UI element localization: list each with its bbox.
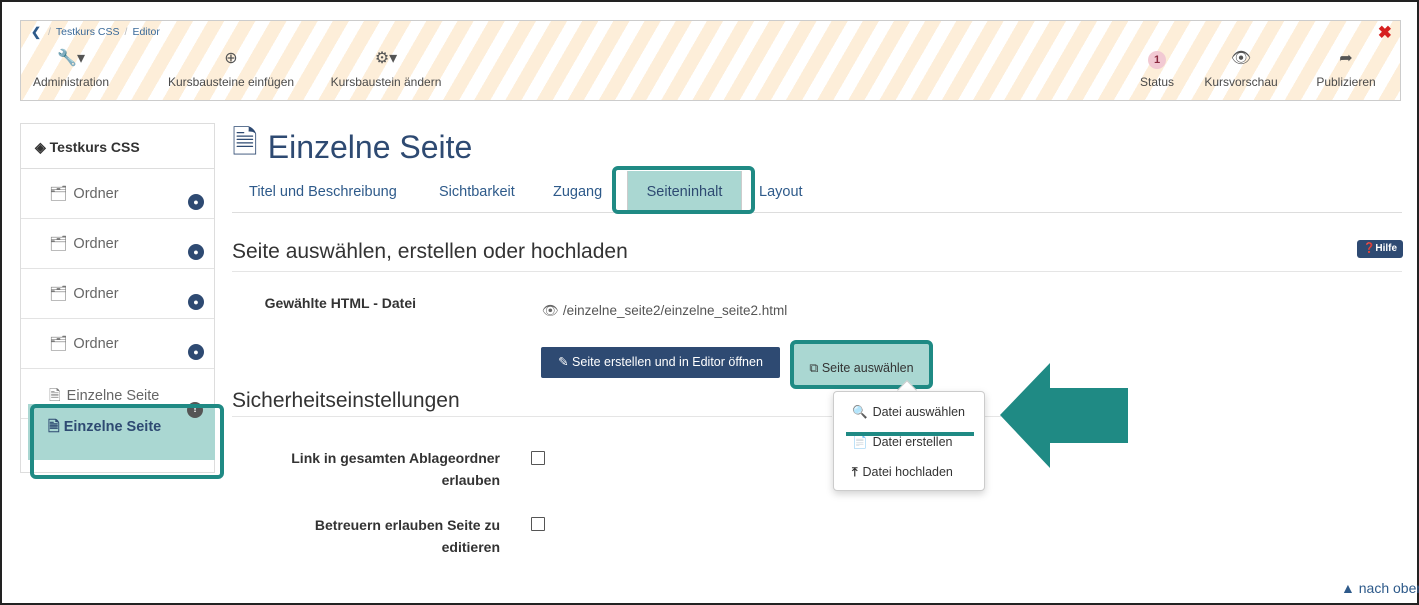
select-page-dropdown: 🔍 Datei auswählen 📄 Datei erstellen ⤒ Datei… bbox=[833, 391, 985, 491]
status-label: Status bbox=[1139, 75, 1175, 89]
page-title-text: Einzelne Seite bbox=[267, 128, 473, 165]
sidebar-item-folder[interactable]: 🗂 Ordner ● bbox=[21, 219, 214, 269]
sidebar-item-label: Ordner bbox=[73, 186, 119, 202]
sidebar-item-label: Ordner bbox=[73, 236, 119, 252]
sidebar-item-folder[interactable]: 🗂 Ordner ● bbox=[21, 169, 214, 219]
pointer-arrow-icon bbox=[1000, 363, 1128, 468]
breadcrumb-course[interactable]: Testkurs CSS bbox=[56, 26, 120, 38]
administration-button[interactable]: 🔧▾ Administration bbox=[21, 49, 121, 89]
create-file-label: Datei erstellen bbox=[872, 435, 953, 449]
zoom-icon: 🔍 bbox=[852, 405, 868, 419]
create-page-label: Seite erstellen und in Editor öffnen bbox=[572, 355, 763, 369]
change-course-element-button[interactable]: ⚙▾ Kursbaustein ändern bbox=[321, 49, 451, 89]
divider bbox=[232, 271, 1402, 272]
share-arrow-icon: ➦ bbox=[1339, 50, 1353, 67]
dropdown-item-create-file[interactable]: 📄 Datei erstellen bbox=[852, 435, 952, 450]
lock-icon: ● bbox=[188, 194, 204, 210]
edit-icon: ✎ bbox=[558, 355, 569, 369]
help-label: Hilfe bbox=[1375, 243, 1398, 254]
dropdown-item-upload-file[interactable]: ⤒ Datei hochladen bbox=[852, 465, 953, 480]
folder-icon: 🗂 bbox=[49, 236, 68, 252]
eye-icon: 👁 bbox=[1230, 50, 1252, 67]
status-button[interactable]: 1 Status bbox=[1137, 49, 1177, 89]
sidebar-item-label: Ordner bbox=[73, 336, 119, 352]
sidebar-item-folder[interactable]: 🗂 Ordner ● bbox=[21, 269, 214, 319]
back-chevron-icon[interactable]: ❮ bbox=[31, 26, 43, 38]
status-count-badge: 1 bbox=[1148, 51, 1166, 69]
document-icon: 🗎 bbox=[232, 124, 258, 160]
highlight-frame-sidebar bbox=[30, 404, 224, 479]
lock-icon: ● bbox=[188, 294, 204, 310]
breadcrumb-current[interactable]: Editor bbox=[132, 26, 159, 38]
question-icon: ❓ bbox=[1362, 243, 1376, 254]
lock-icon: ● bbox=[188, 244, 204, 260]
lock-icon: ● bbox=[188, 344, 204, 360]
select-page-label: Seite auswählen bbox=[821, 361, 914, 375]
plus-circle-icon: ⊕ bbox=[224, 50, 238, 67]
file-icon: 📄 bbox=[852, 435, 868, 449]
help-button[interactable]: ❓Hilfe bbox=[1357, 240, 1403, 258]
page-icon: 🗎 bbox=[49, 388, 61, 404]
folder-icon: 🗂 bbox=[49, 286, 68, 302]
back-to-top-link[interactable]: ▲ nach oben bbox=[1341, 580, 1419, 596]
upload-icon: ⤒ bbox=[852, 465, 858, 479]
selected-file-label: Gewählte HTML - Datei bbox=[264, 295, 416, 311]
page-title: 🗎 Einzelne Seite bbox=[232, 120, 472, 174]
folder-icon: 🗂 bbox=[49, 186, 68, 202]
publish-button[interactable]: ➦ Publizieren bbox=[1306, 49, 1386, 89]
option-tutors-edit-line2: editieren bbox=[441, 539, 500, 555]
preview-label: Kursvorschau bbox=[1204, 75, 1278, 89]
insert-label: Kursbausteine einfügen bbox=[167, 75, 295, 89]
wrench-icon: 🔧▾ bbox=[57, 50, 85, 67]
tab-layout[interactable]: Layout bbox=[759, 184, 803, 200]
option-link-folder-line1: Link in gesamten Ablageordner bbox=[291, 450, 500, 466]
file-path-text: /einzelne_seite2/einzelne_seite2.html bbox=[562, 303, 788, 318]
course-editor-toolbar: ❮ / Testkurs CSS / Editor ✖ 🔧▾ Administr… bbox=[20, 20, 1401, 101]
highlight-frame-tab bbox=[612, 166, 755, 214]
link-folder-checkbox[interactable] bbox=[531, 451, 545, 465]
course-preview-button[interactable]: 👁 Kursvorschau bbox=[1196, 49, 1286, 89]
option-tutors-edit-label: Betreuern erlauben Seite zu editieren bbox=[232, 514, 500, 558]
folder-icon: 🗂 bbox=[49, 336, 68, 352]
select-file-label: Datei auswählen bbox=[872, 405, 965, 419]
cube-icon: ◈ bbox=[35, 139, 46, 155]
option-link-folder-label: Link in gesamten Ablageordner erlauben bbox=[232, 447, 500, 491]
eye-icon: 👁 bbox=[542, 303, 560, 318]
section-title-security: Sicherheitseinstellungen bbox=[232, 389, 460, 412]
tab-visibility[interactable]: Sichtbarkeit bbox=[439, 184, 515, 200]
course-tree-title: Testkurs CSS bbox=[49, 139, 140, 155]
select-page-button[interactable]: ⧉ Seite auswählen bbox=[790, 340, 933, 389]
back-to-top-label: nach oben bbox=[1358, 580, 1419, 596]
divider bbox=[232, 416, 832, 417]
selected-file-path: 👁 /einzelne_seite2/einzelne_seite2.html bbox=[542, 303, 787, 319]
course-tree-root[interactable]: ◈ Testkurs CSS bbox=[21, 124, 214, 169]
upload-file-label: Datei hochladen bbox=[862, 465, 953, 479]
breadcrumb: ❮ / Testkurs CSS / Editor bbox=[31, 26, 160, 38]
sidebar-item-label: Ordner bbox=[73, 286, 119, 302]
change-label: Kursbaustein ändern bbox=[330, 75, 442, 89]
close-icon[interactable]: ✖ bbox=[1378, 23, 1392, 43]
tab-title-description[interactable]: Titel und Beschreibung bbox=[249, 184, 397, 200]
divider bbox=[985, 416, 1001, 417]
sidebar-item-label: Einzelne Seite bbox=[66, 388, 160, 404]
tab-bar: Titel und Beschreibung Sichtbarkeit Zuga… bbox=[232, 170, 1402, 213]
option-link-folder-line2: erlauben bbox=[441, 472, 500, 488]
breadcrumb-separator: / bbox=[48, 26, 51, 38]
section-title-page-select: Seite auswählen, erstellen oder hochlade… bbox=[232, 240, 628, 263]
tab-access[interactable]: Zugang bbox=[553, 184, 602, 200]
tutors-edit-checkbox[interactable] bbox=[531, 517, 545, 531]
dropdown-item-select-file[interactable]: 🔍 Datei auswählen bbox=[852, 405, 965, 420]
insert-course-elements-button[interactable]: ⊕ Kursbausteine einfügen bbox=[151, 49, 311, 89]
chevron-up-icon: ▲ bbox=[1341, 580, 1355, 596]
select-file-underline bbox=[846, 432, 974, 436]
breadcrumb-separator: / bbox=[124, 26, 128, 38]
publish-label: Publizieren bbox=[1316, 75, 1376, 89]
create-page-button[interactable]: ✎ Seite erstellen und in Editor öffnen bbox=[541, 347, 780, 378]
administration-label: Administration bbox=[32, 75, 110, 89]
copy-icon: ⧉ bbox=[809, 361, 819, 375]
status-count-wrapper: 1 bbox=[1137, 49, 1177, 69]
sidebar-item-folder[interactable]: 🗂 Ordner ● bbox=[21, 319, 214, 369]
option-tutors-edit-line1: Betreuern erlauben Seite zu bbox=[314, 517, 500, 533]
gear-icon: ⚙▾ bbox=[374, 50, 398, 67]
